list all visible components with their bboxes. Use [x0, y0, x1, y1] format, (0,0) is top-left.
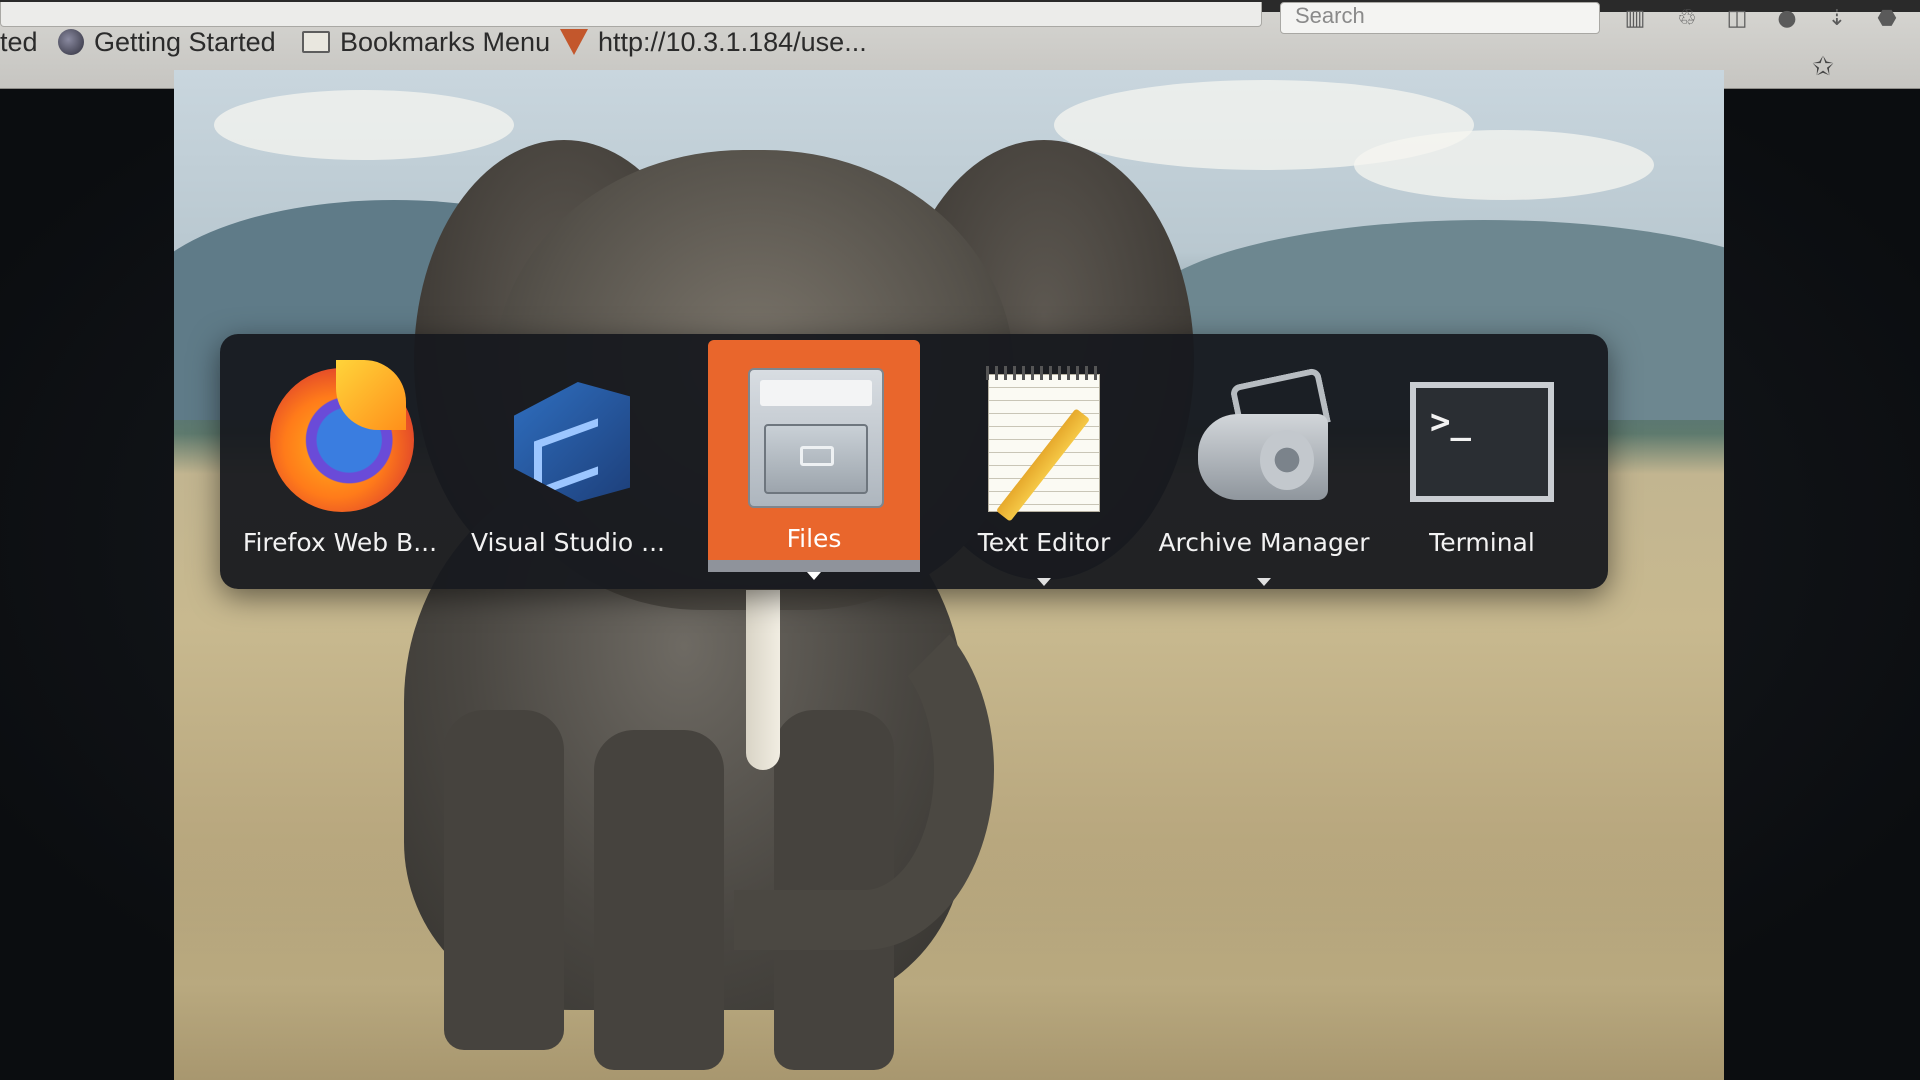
app-firefox[interactable]: Firefox Web B...: [234, 342, 446, 572]
folder-icon: [302, 31, 330, 53]
terminal-icon: >_: [1402, 360, 1562, 520]
archive-roller-end: [1260, 430, 1314, 490]
running-indicator: [807, 572, 821, 580]
app-terminal[interactable]: >_ Terminal: [1376, 342, 1588, 572]
firefox-favicon-icon: [58, 29, 84, 55]
files-icon: [734, 358, 894, 518]
elephant-trunk: [734, 590, 994, 950]
bookmark-label: http://10.3.1.184/use...: [598, 26, 867, 57]
files-top-tab: [760, 380, 872, 406]
app-switcher: Firefox Web B... Visual Studio ... Files: [220, 334, 1608, 589]
vscode-shape: [514, 382, 630, 502]
download-icon[interactable]: ⇣: [1822, 6, 1852, 32]
bookmark-label: ted: [0, 26, 38, 57]
bookmark-getting-started[interactable]: Getting Started: [58, 22, 276, 62]
cloud: [214, 90, 514, 160]
text-editor-icon: [964, 360, 1124, 522]
bookmark-star-icon[interactable]: ✩: [1808, 52, 1838, 82]
vscode-mark: [534, 418, 598, 498]
library-icon[interactable]: ▥: [1620, 6, 1650, 32]
adblock-icon[interactable]: ⬣: [1872, 6, 1902, 32]
running-indicator: [1257, 578, 1271, 586]
firefox-icon: [260, 360, 420, 520]
archive-manager-icon: [1184, 360, 1344, 520]
app-label: Firefox Web B...: [242, 528, 438, 557]
browser-search-input[interactable]: Search: [1280, 2, 1600, 34]
terminal-prompt: >_: [1430, 402, 1471, 442]
bookmark-label: Getting Started: [94, 26, 276, 57]
screen: Search ▥ ♲ ◫ ● ⇣ ⬣ ted Getting Started B…: [0, 0, 1920, 1080]
elephant-leg: [594, 730, 724, 1070]
app-files[interactable]: Files: [708, 340, 920, 580]
files-cabinet: [748, 368, 884, 508]
files-handle: [800, 446, 834, 466]
terminal-window: >_: [1410, 382, 1554, 502]
app-label: Terminal: [1429, 528, 1535, 557]
bookmark-label: Bookmarks Menu: [340, 26, 551, 57]
files-drawer: [764, 424, 868, 494]
vscode-icon: [488, 360, 648, 520]
app-archive-manager[interactable]: Archive Manager: [1158, 342, 1370, 586]
app-label: Files: [786, 524, 842, 553]
app-label: Archive Manager: [1158, 528, 1370, 557]
notepad: [988, 374, 1100, 512]
app-label: Visual Studio ...: [471, 528, 665, 557]
app-label: Text Editor: [977, 528, 1111, 557]
notepad-rings: [986, 366, 1098, 380]
app-text-editor[interactable]: Text Editor: [938, 342, 1150, 586]
sidebar-icon[interactable]: ◫: [1722, 6, 1752, 32]
bookmark-overflow[interactable]: ted: [0, 22, 38, 62]
bookmark-url[interactable]: http://10.3.1.184/use...: [560, 22, 867, 62]
cloud: [1354, 130, 1654, 200]
sync-icon[interactable]: ♲: [1672, 6, 1702, 32]
app-visual-studio[interactable]: Visual Studio ...: [462, 342, 674, 572]
account-icon[interactable]: ●: [1772, 6, 1802, 32]
firefox-fox-icon: [560, 29, 588, 55]
bookmark-menu[interactable]: Bookmarks Menu: [302, 22, 550, 62]
running-indicator: [1037, 578, 1051, 586]
elephant-leg: [444, 710, 564, 1050]
